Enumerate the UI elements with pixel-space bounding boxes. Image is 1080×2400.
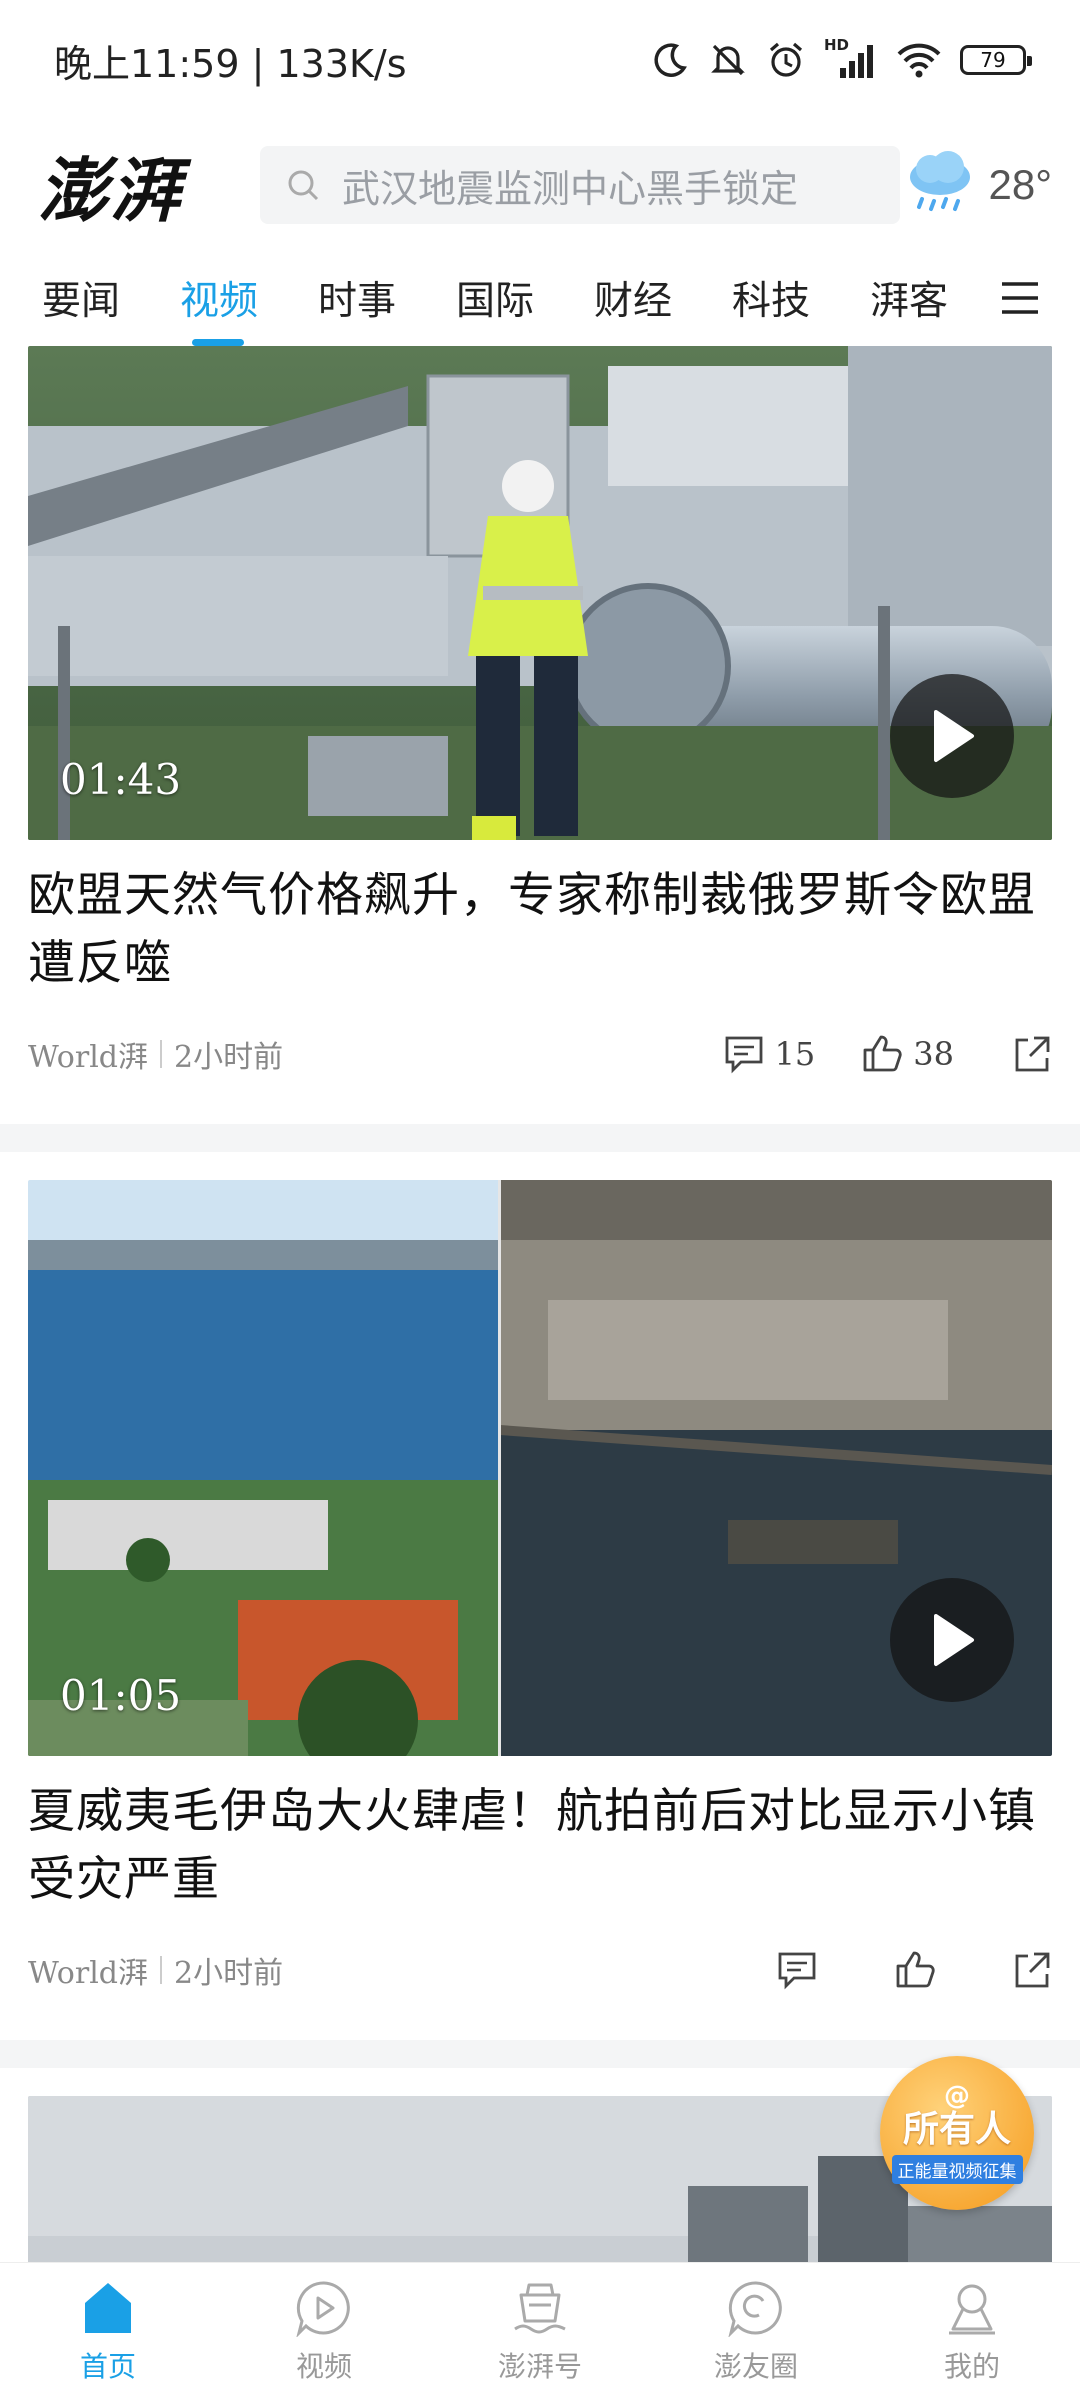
nav-label: 视频 bbox=[295, 2349, 352, 2383]
tab-guoji[interactable]: 国际 bbox=[456, 250, 594, 346]
nav-label: 首页 bbox=[79, 2349, 136, 2383]
time-label: 2小时前 bbox=[174, 1956, 284, 1991]
comment-button[interactable] bbox=[776, 1950, 828, 1990]
like-count: 38 bbox=[913, 1035, 954, 1073]
nav-profile[interactable]: 我的 bbox=[864, 2263, 1080, 2400]
video-card[interactable]: 01:43 欧盟天然气价格飙升，专家称制裁俄罗斯令欧盟遭反噬 World湃 2小… bbox=[0, 346, 1080, 1152]
status-icons: HD 79 bbox=[650, 36, 1032, 80]
share-icon bbox=[1015, 1952, 1050, 1988]
source-label[interactable]: World湃 bbox=[28, 1032, 148, 1076]
badge-subtitle: 正能量视频征集 bbox=[891, 2154, 1023, 2184]
network-label: HD bbox=[824, 36, 850, 54]
like-button[interactable] bbox=[894, 1950, 946, 1990]
profile-icon bbox=[949, 2284, 995, 2334]
meta-separator bbox=[160, 1956, 162, 1984]
share-button[interactable] bbox=[1012, 1034, 1052, 1074]
badge-at: @ bbox=[944, 2080, 970, 2111]
status-time-speed: 晚上11:59 | 133K/s bbox=[54, 41, 407, 86]
share-button[interactable] bbox=[1012, 1950, 1052, 1990]
tab-caijing[interactable]: 财经 bbox=[594, 250, 732, 346]
search-placeholder: 武汉地震监测中心黑手锁定 bbox=[342, 166, 799, 211]
comment-icon bbox=[778, 1952, 816, 1990]
nav-label: 澎友圈 bbox=[713, 2349, 798, 2383]
play-button[interactable] bbox=[890, 1578, 1014, 1702]
tab-keji[interactable]: 科技 bbox=[732, 250, 870, 346]
thumbs-up-icon bbox=[863, 1035, 902, 1072]
nav-home[interactable]: 首页 bbox=[0, 2263, 216, 2400]
rain-cloud-icon bbox=[910, 151, 971, 211]
menu-icon[interactable] bbox=[1000, 268, 1040, 328]
meta-separator bbox=[160, 1040, 162, 1068]
video-title[interactable]: 夏威夷毛伊岛大火肆虐！航拍前后对比显示小镇受灾严重 bbox=[28, 1778, 1052, 1914]
comment-count: 15 bbox=[774, 1035, 816, 1073]
bottom-nav: 首页 视频 澎湃号 澎友圈 我的 bbox=[0, 2262, 1080, 2400]
chat-bubble-icon bbox=[728, 2280, 782, 2337]
play-icon bbox=[934, 710, 974, 762]
video-thumbnail[interactable]: 01:05 bbox=[28, 1180, 1052, 1756]
comment-button[interactable]: 15 bbox=[723, 1034, 816, 1074]
video-thumbnail[interactable]: 01:43 bbox=[28, 346, 1052, 840]
wifi-icon bbox=[897, 43, 941, 78]
weather-widget[interactable]: 28° bbox=[902, 147, 1052, 223]
status-bar: 晚上11:59 | 133K/s HD 79 bbox=[0, 0, 1080, 120]
card-actions bbox=[776, 1950, 1052, 1990]
campaign-badge[interactable]: @ 所有人 正能量视频征集 bbox=[880, 2056, 1034, 2210]
comment-icon bbox=[725, 1036, 762, 1074]
alarm-icon bbox=[769, 42, 803, 77]
video-card[interactable]: 01:05 夏威夷毛伊岛大火肆虐！航拍前后对比显示小镇受灾严重 World湃 2… bbox=[0, 1152, 1080, 2068]
battery-icon: 79 bbox=[960, 45, 1032, 75]
app-header: 澎湃 武汉地震监测中心黑手锁定 28° bbox=[0, 120, 1080, 250]
home-icon bbox=[85, 2282, 131, 2333]
nav-label: 澎湃号 bbox=[497, 2349, 582, 2383]
video-meta: World湃 2小时前 bbox=[28, 1920, 1052, 2020]
nav-label: 我的 bbox=[943, 2349, 1000, 2383]
card-divider bbox=[0, 2040, 1080, 2068]
app-logo[interactable]: 澎湃 bbox=[38, 135, 188, 236]
time-label: 2小时前 bbox=[174, 1040, 284, 1075]
share-icon bbox=[1015, 1036, 1050, 1072]
play-icon bbox=[934, 1614, 974, 1666]
tab-yaowen[interactable]: 要闻 bbox=[42, 250, 180, 346]
video-meta: World湃 2小时前 15 38 bbox=[28, 1004, 1052, 1104]
search-icon bbox=[288, 170, 319, 201]
nav-pengpai-hao[interactable]: 澎湃号 bbox=[432, 2263, 648, 2400]
nav-video[interactable]: 视频 bbox=[216, 2263, 432, 2400]
video-play-icon bbox=[296, 2280, 350, 2337]
category-tabs: 要闻 视频 时事 国际 财经 科技 湃客 bbox=[0, 250, 1080, 346]
play-button[interactable] bbox=[890, 674, 1014, 798]
source-label[interactable]: World湃 bbox=[28, 1948, 148, 1992]
tab-video[interactable]: 视频 bbox=[180, 250, 318, 346]
video-title[interactable]: 欧盟天然气价格飙升，专家称制裁俄罗斯令欧盟遭反噬 bbox=[28, 862, 1052, 998]
card-divider bbox=[0, 1124, 1080, 1152]
search-bar[interactable]: 武汉地震监测中心黑手锁定 bbox=[260, 146, 900, 224]
mute-bell-icon bbox=[711, 44, 745, 76]
nav-pengyou-quan[interactable]: 澎友圈 bbox=[648, 2263, 864, 2400]
badge-title: 所有人 bbox=[902, 2108, 1011, 2150]
signal-icon: HD bbox=[824, 36, 878, 80]
like-button[interactable]: 38 bbox=[861, 1034, 954, 1074]
thumbs-up-icon bbox=[896, 1951, 935, 1988]
ship-icon bbox=[514, 2283, 566, 2333]
card-actions: 15 38 bbox=[723, 1034, 1052, 1074]
temperature: 28° bbox=[988, 161, 1052, 208]
tab-paike[interactable]: 湃客 bbox=[870, 250, 1008, 346]
video-duration: 01:05 bbox=[60, 1671, 182, 1720]
moon-icon bbox=[654, 43, 687, 77]
tab-shishi[interactable]: 时事 bbox=[318, 250, 456, 346]
video-duration: 01:43 bbox=[60, 755, 182, 804]
video-feed: 01:43 欧盟天然气价格飙升，专家称制裁俄罗斯令欧盟遭反噬 World湃 2小… bbox=[0, 346, 1080, 2262]
